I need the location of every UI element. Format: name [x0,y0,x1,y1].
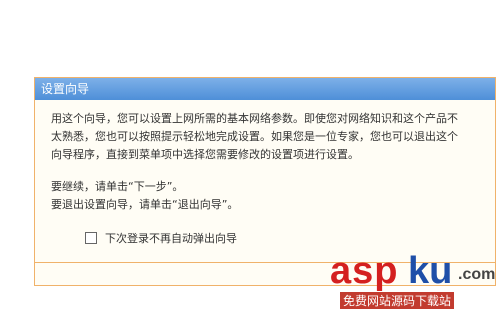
disable-popup-checkbox-row[interactable]: 下次登录不再自动弹出向导 [85,230,495,246]
site-watermark: asp ku .com 免费网站源码下载站 [330,250,500,309]
disable-popup-checkbox[interactable] [85,232,97,244]
exit-hint: 要退出设置向导，请单击“退出向导”。 [51,198,239,211]
wizard-instructions: 要继续，请单击“下一步”。 要退出设置向导，请单击“退出向导”。 [51,178,495,214]
watermark-brand-part1: asp [330,250,399,292]
dialog-content: 用这个向导，您可以设置上网所需的基本网络参数。即使您对网络知识和这个产品不太熟悉… [35,100,495,246]
dialog-title: 设置向导 [35,78,495,100]
watermark-brand-part2: ku [408,250,453,292]
watermark-tagline: 免费网站源码下载站 [340,292,455,309]
disable-popup-label: 下次登录不再自动弹出向导 [105,232,237,245]
watermark-brand-suffix: .com [458,266,496,283]
wizard-intro-text: 用这个向导，您可以设置上网所需的基本网络参数。即使您对网络知识和这个产品不太熟悉… [51,112,458,161]
continue-hint: 要继续，请单击“下一步”。 [51,180,184,193]
